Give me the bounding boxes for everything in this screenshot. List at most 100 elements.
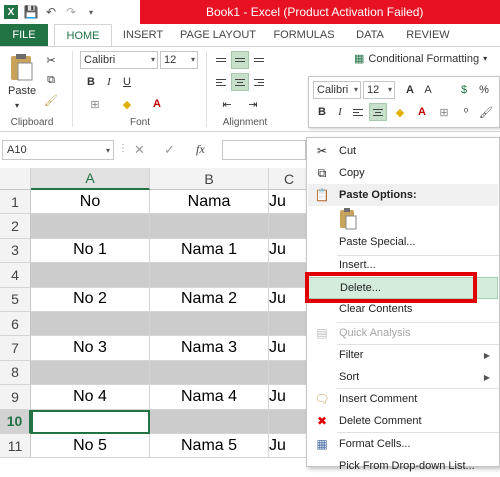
grid-cell[interactable]: No 5 — [31, 434, 150, 459]
column-header-b[interactable]: B — [150, 168, 269, 190]
formula-input[interactable] — [222, 140, 306, 160]
row-header[interactable]: 11 — [0, 434, 31, 459]
grid-cell[interactable]: No 3 — [31, 336, 150, 361]
tab-formulas[interactable]: FORMULAS — [266, 24, 342, 46]
mini-bold-icon[interactable]: B — [313, 103, 331, 121]
mini-font-name-combo[interactable]: Calibri ▾ — [313, 81, 361, 99]
grid-cell[interactable]: Nama 2 — [150, 287, 269, 312]
tab-file[interactable]: FILE — [0, 24, 48, 46]
mini-increase-font-icon[interactable]: A — [401, 81, 419, 99]
row-header[interactable]: 9 — [0, 385, 31, 410]
tab-home[interactable]: HOME — [54, 24, 112, 46]
menu-item-format-cells[interactable]: ▦ Format Cells... — [308, 433, 498, 455]
grid-cell[interactable]: No 1 — [31, 238, 150, 264]
grid-cell[interactable] — [269, 214, 310, 239]
menu-item-copy[interactable]: ⧉ Copy — [308, 162, 498, 184]
mini-percent-icon[interactable]: % — [475, 81, 493, 99]
grid-cell[interactable]: Nama 4 — [150, 385, 269, 410]
font-size-combo[interactable]: 12 ▾ — [160, 51, 198, 69]
tab-page-layout[interactable]: PAGE LAYOUT — [176, 24, 260, 46]
align-middle-icon[interactable] — [231, 51, 249, 69]
italic-icon[interactable]: I — [100, 73, 118, 91]
font-color-icon[interactable]: A — [148, 95, 166, 113]
save-icon[interactable]: 💾 — [24, 5, 39, 19]
underline-icon[interactable]: U — [118, 73, 136, 91]
row-header[interactable]: 10 — [0, 409, 31, 434]
menu-item-filter[interactable]: Filter ▶ — [308, 344, 498, 366]
grid-cell[interactable] — [31, 360, 150, 386]
customize-qat-icon[interactable]: ▾ — [84, 5, 98, 19]
grid-cell[interactable]: Ju — [269, 287, 310, 312]
paste-dropdown-icon[interactable]: ▾ — [15, 101, 19, 110]
tab-data[interactable]: DATA — [350, 24, 390, 46]
cancel-icon[interactable]: ✕ — [134, 142, 145, 158]
menu-item-paste-special[interactable]: Paste Special... — [308, 231, 498, 253]
tab-review[interactable]: REVIEW — [400, 24, 456, 46]
menu-item-sort[interactable]: Sort ▶ — [308, 366, 498, 388]
grid-cell[interactable] — [150, 263, 269, 288]
grid-cell[interactable] — [150, 214, 269, 239]
mini-decrease-font-icon[interactable]: A — [419, 81, 437, 99]
menu-item-insert-comment[interactable]: 🗨 Insert Comment — [308, 388, 498, 410]
copy-icon[interactable]: ⧉ — [42, 71, 60, 89]
grid-cell[interactable]: Nama 5 — [150, 434, 269, 459]
menu-item-pick-from-list[interactable]: Pick From Drop-down List... — [308, 455, 498, 477]
grid-cell[interactable]: Ju — [269, 434, 310, 459]
row-header[interactable]: 7 — [0, 336, 31, 361]
grid-cell[interactable] — [150, 409, 269, 434]
font-name-combo[interactable]: Calibri ▾ — [80, 51, 158, 69]
mini-align-icon[interactable] — [349, 103, 367, 121]
mini-format-painter-icon[interactable]: 🖌 — [477, 103, 495, 121]
cut-icon[interactable]: ✂ — [42, 51, 60, 69]
mini-number-format-icon[interactable]: $ — [455, 81, 473, 99]
insert-function-button[interactable]: fx — [196, 142, 205, 157]
column-header-a[interactable]: A — [31, 168, 150, 190]
grid-cell[interactable] — [31, 263, 150, 288]
mini-font-size-combo[interactable]: 12 ▾ — [363, 81, 395, 99]
column-header-c[interactable]: C — [269, 168, 310, 190]
grid-cell[interactable]: Nama 3 — [150, 336, 269, 361]
grid-cell[interactable]: Ju — [269, 336, 310, 361]
mini-center-icon[interactable] — [369, 103, 387, 121]
undo-icon[interactable]: ↶ — [44, 5, 58, 19]
align-bottom-icon[interactable] — [250, 51, 268, 69]
row-header[interactable]: 3 — [0, 238, 31, 264]
menu-item-delete-comment[interactable]: ✖ Delete Comment — [308, 410, 498, 432]
row-header[interactable]: 4 — [0, 263, 31, 288]
paste-option-icon[interactable] — [337, 207, 359, 231]
grid-cell[interactable]: No 4 — [31, 385, 150, 410]
mini-italic-icon[interactable]: I — [331, 103, 349, 121]
grid-cell[interactable]: No — [31, 190, 150, 215]
grid-cell[interactable]: Nama 1 — [150, 238, 269, 264]
grid-cell[interactable] — [31, 312, 150, 337]
align-left-icon[interactable] — [212, 73, 230, 91]
redo-icon[interactable]: ↷ — [64, 5, 78, 19]
increase-indent-icon[interactable]: ⇥ — [244, 95, 262, 113]
row-header[interactable]: 1 — [0, 190, 31, 215]
mini-fill-color-icon[interactable]: ◆ — [391, 103, 409, 121]
select-all-corner[interactable] — [0, 168, 31, 190]
name-box[interactable]: A10 ▾ — [2, 140, 114, 160]
mini-font-color-icon[interactable]: A — [413, 103, 431, 121]
enter-icon[interactable]: ✓ — [164, 142, 175, 158]
grid-cell[interactable]: Nama — [150, 190, 269, 215]
menu-item-cut[interactable]: ✂ Cut — [308, 140, 498, 162]
mini-borders-icon[interactable]: ⊞ — [435, 103, 453, 121]
conditional-formatting-button[interactable]: ▦ Conditional Formatting ▾ — [354, 52, 487, 66]
grid-cell[interactable]: Ju — [269, 238, 310, 264]
grid-cell[interactable] — [269, 263, 310, 288]
grid-cell[interactable] — [150, 360, 269, 386]
row-header[interactable]: 2 — [0, 214, 31, 239]
borders-icon[interactable]: ⊞ — [86, 95, 104, 113]
decrease-indent-icon[interactable]: ⇤ — [218, 95, 236, 113]
mini-decimal-icon[interactable]: ⁰ — [457, 103, 475, 121]
format-painter-icon[interactable]: 🖌 — [42, 91, 60, 109]
grid-cell[interactable] — [269, 312, 310, 337]
grid-cell[interactable]: Ju — [269, 190, 310, 215]
row-header[interactable]: 5 — [0, 287, 31, 312]
fill-color-icon[interactable]: ◆ — [118, 95, 136, 113]
grid-cell[interactable] — [31, 214, 150, 239]
row-header[interactable]: 8 — [0, 360, 31, 386]
paste-button[interactable]: Paste — [8, 85, 36, 97]
grid-cell[interactable]: Ju — [269, 385, 310, 410]
